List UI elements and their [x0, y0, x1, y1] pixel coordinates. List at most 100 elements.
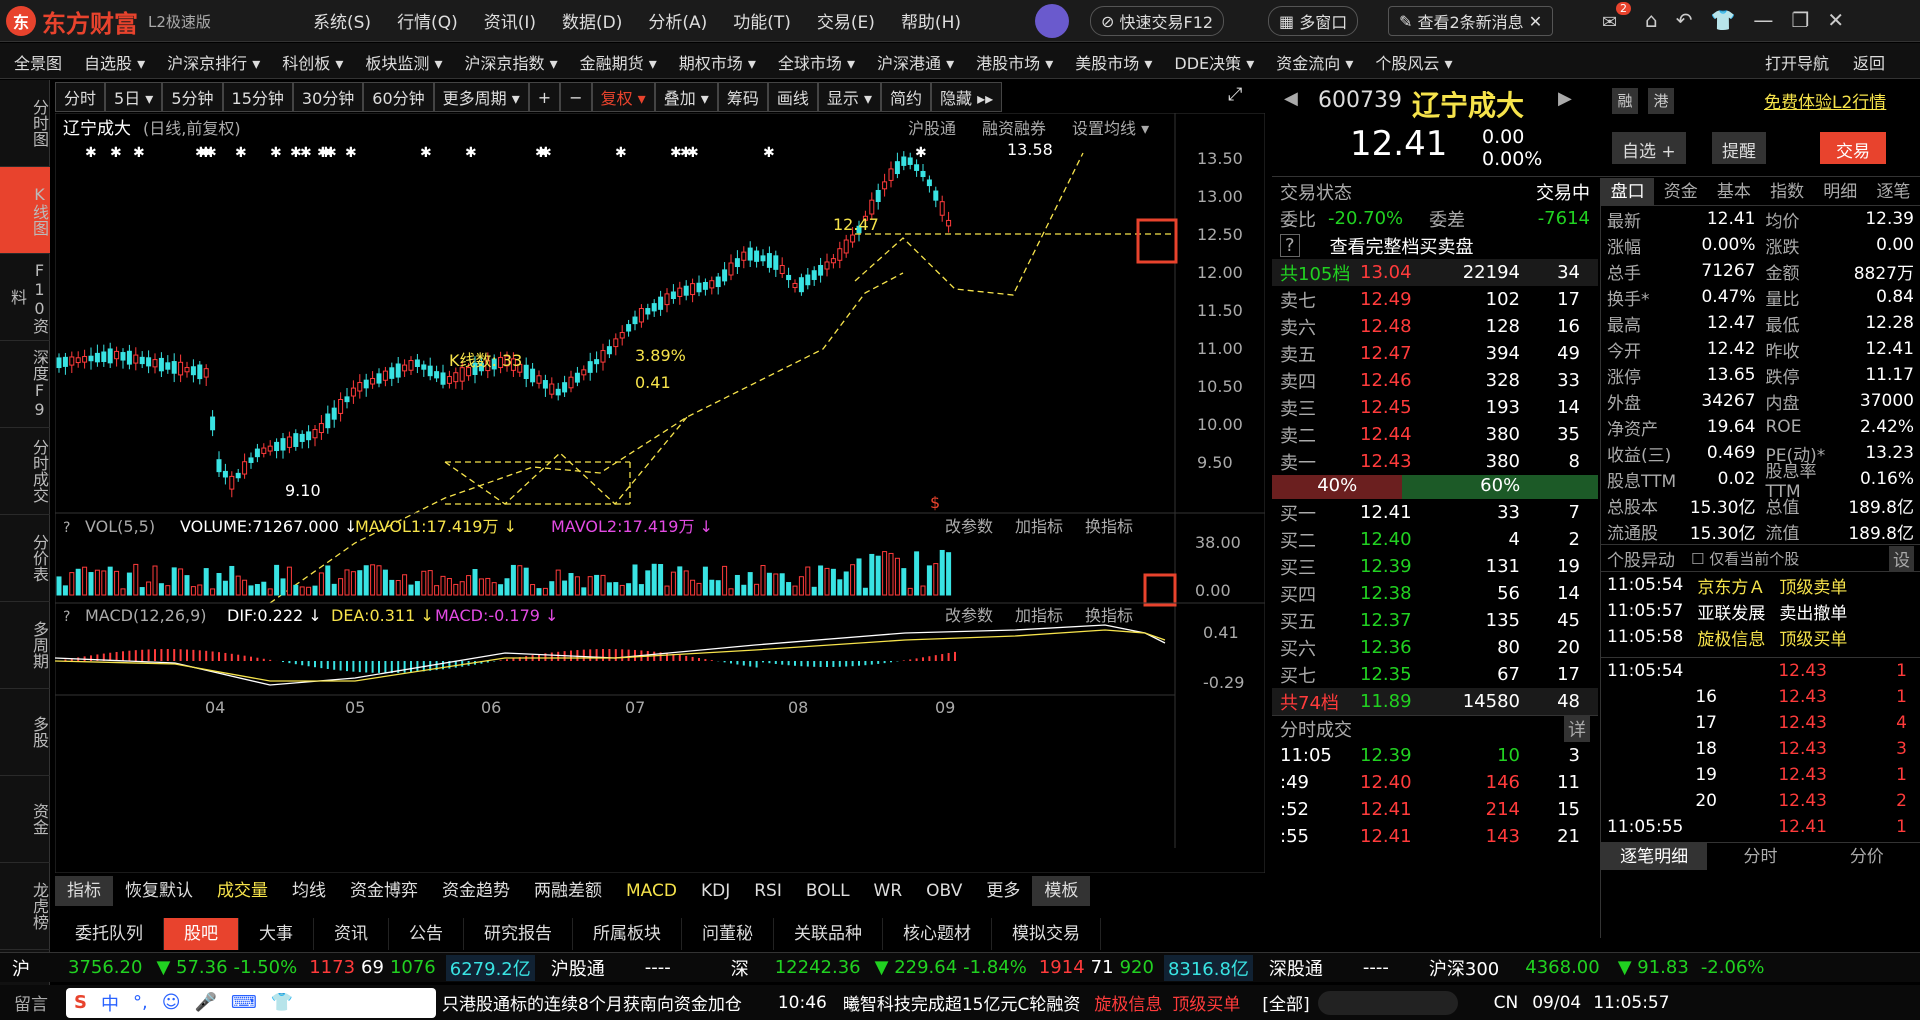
- menu-1[interactable]: 行情(Q): [384, 8, 471, 33]
- news-button[interactable]: ✎ 查看2条新消息 ✕: [1388, 6, 1554, 36]
- indicator-5[interactable]: 资金趋势: [430, 876, 522, 906]
- bottom-tab-1[interactable]: 股吧: [164, 918, 239, 950]
- bid-row[interactable]: 买五 12.37 135 45: [1272, 607, 1598, 634]
- nav-item-3[interactable]: 科创板 ▾: [282, 50, 343, 74]
- nav-item-2[interactable]: 沪深京排行 ▾: [167, 50, 260, 74]
- remind-button[interactable]: 提醒: [1712, 132, 1766, 164]
- indicator-4[interactable]: 资金博弈: [338, 876, 430, 906]
- ask-row[interactable]: 卖一 12.43 380 8: [1272, 448, 1598, 475]
- nav-item-11[interactable]: 美股市场 ▾: [1075, 50, 1152, 74]
- alert-row[interactable]: 11:05:58 旋极信息 顶级买单: [1601, 624, 1920, 650]
- kline-chart[interactable]: 辽宁成大 (日线,前复权) 沪股通 融资融券 设置均线 ▾ ✱ ✱ ✱ ✱ ✱ ✱ ✱ ✱ ✱ ✱…: [55, 113, 1265, 873]
- indicator-6[interactable]: 两融差额: [522, 876, 614, 906]
- sidebar-item-6[interactable]: 多周期: [0, 602, 50, 689]
- indicator-7[interactable]: MACD: [614, 876, 689, 906]
- chart-tool-4[interactable]: 30分钟: [292, 82, 364, 112]
- chart-tool-10[interactable]: 叠加 ▾: [654, 82, 718, 112]
- chart-tool-13[interactable]: 显示 ▾: [817, 82, 881, 112]
- chart-tool-5[interactable]: 60分钟: [363, 82, 434, 112]
- sidebar-item-7[interactable]: 多股: [0, 689, 50, 776]
- chart-tool-6[interactable]: 更多周期 ▾: [433, 82, 529, 112]
- indicator-1[interactable]: 恢复默认: [113, 876, 205, 906]
- mail-icon[interactable]: ✉: [1602, 12, 1617, 33]
- next-stock-icon[interactable]: ▶: [1558, 88, 1572, 109]
- search-input[interactable]: [1317, 990, 1458, 1015]
- open-nav-link[interactable]: 打开导航: [1765, 50, 1829, 74]
- fullscreen-icon[interactable]: ⤢: [1228, 84, 1242, 105]
- nav-item-8[interactable]: 全球市场 ▾: [778, 50, 855, 74]
- chart-tool-14[interactable]: 简约: [880, 82, 931, 112]
- nav-item-5[interactable]: 沪深京指数 ▾: [465, 50, 558, 74]
- sidebar-item-1[interactable]: K线图: [0, 167, 50, 254]
- right-tab-0[interactable]: 逐笔明细: [1601, 843, 1708, 870]
- chart-tool-1[interactable]: 5日 ▾: [105, 82, 163, 112]
- add-favorite-button[interactable]: 自选 +: [1612, 132, 1686, 164]
- indicator-10[interactable]: BOLL: [794, 876, 862, 906]
- message-link[interactable]: 留言: [14, 990, 48, 1015]
- chart-tool-15[interactable]: 隐藏 ▸▸: [931, 82, 1003, 112]
- indicator-3[interactable]: 均线: [280, 876, 338, 906]
- nav-item-10[interactable]: 港股市场 ▾: [976, 50, 1053, 74]
- bottom-tab-3[interactable]: 资讯: [314, 918, 389, 950]
- bottom-tab-8[interactable]: 关联品种: [774, 918, 883, 950]
- panel-tab-1[interactable]: 资金: [1654, 178, 1707, 205]
- nav-item-7[interactable]: 期权市场 ▾: [679, 50, 756, 74]
- chart-tool-9[interactable]: 复权 ▾: [591, 82, 655, 112]
- alert-row[interactable]: 11:05:54 京东方Ａ 顶级卖单: [1601, 572, 1920, 598]
- nav-item-4[interactable]: 板块监测 ▾: [365, 50, 442, 74]
- panel-tab-3[interactable]: 指数: [1761, 178, 1814, 205]
- sidebar-item-4[interactable]: 分时成交: [0, 428, 50, 515]
- sidebar-item-0[interactable]: 分时图: [0, 80, 50, 167]
- panel-tab-5[interactable]: 逐笔: [1867, 178, 1920, 205]
- back-link[interactable]: 返回: [1853, 50, 1885, 74]
- chart-tool-11[interactable]: 筹码: [717, 82, 768, 112]
- bid-row[interactable]: 买四 12.38 56 14: [1272, 580, 1598, 607]
- nav-item-13[interactable]: 资金流向 ▾: [1276, 50, 1353, 74]
- indicator-8[interactable]: KDJ: [689, 876, 742, 906]
- minimize-icon[interactable]: —: [1753, 8, 1773, 32]
- indicator-11[interactable]: WR: [862, 876, 915, 906]
- bid-row[interactable]: 买二 12.40 4 2: [1272, 526, 1598, 553]
- sidebar-item-5[interactable]: 分价表: [0, 515, 50, 602]
- menu-4[interactable]: 分析(A): [635, 8, 720, 33]
- ask-row[interactable]: 卖五 12.47 394 49: [1272, 340, 1598, 367]
- quick-trade-button[interactable]: ⊘ 快速交易F12: [1090, 6, 1225, 36]
- ask-row[interactable]: 卖四 12.46 328 33: [1272, 367, 1598, 394]
- ask-row[interactable]: 卖三 12.45 193 14: [1272, 394, 1598, 421]
- panel-tab-2[interactable]: 基本: [1707, 178, 1760, 205]
- close-icon[interactable]: ✕: [1827, 8, 1844, 32]
- chart-tool-3[interactable]: 15分钟: [222, 82, 293, 112]
- menu-6[interactable]: 交易(E): [804, 8, 888, 33]
- nav-item-9[interactable]: 沪深港通 ▾: [877, 50, 954, 74]
- chart-tool-2[interactable]: 5分钟: [162, 82, 223, 112]
- menu-2[interactable]: 资讯(I): [471, 8, 549, 33]
- indicator-2[interactable]: 成交量: [205, 876, 280, 906]
- ask-row[interactable]: 卖二 12.44 380 35: [1272, 421, 1598, 448]
- chart-tool-7[interactable]: +: [528, 82, 561, 112]
- nav-item-14[interactable]: 个股风云 ▾: [1375, 50, 1452, 74]
- nav-item-6[interactable]: 金融期货 ▾: [580, 50, 657, 74]
- bid-row[interactable]: 买七 12.35 67 17: [1272, 661, 1598, 688]
- menu-0[interactable]: 系统(S): [300, 8, 384, 33]
- bid-row[interactable]: 买三 12.39 131 19: [1272, 553, 1598, 580]
- news-ticker[interactable]: 只港股通标的连续8个月获南向资金加仓: [442, 990, 742, 1015]
- nav-item-0[interactable]: 全景图: [14, 50, 62, 74]
- sidebar-item-3[interactable]: 深度F9: [0, 341, 50, 428]
- bottom-tab-6[interactable]: 所属板块: [573, 918, 682, 950]
- ask-row[interactable]: 卖七 12.49 102 17: [1272, 286, 1598, 313]
- chart-tool-12[interactable]: 画线: [767, 82, 818, 112]
- full-book-link[interactable]: 查看完整档买卖盘: [1330, 233, 1474, 259]
- bottom-tab-7[interactable]: 问董秘: [682, 918, 774, 950]
- menu-5[interactable]: 功能(T): [720, 8, 804, 33]
- bottom-tab-0[interactable]: 委托队列: [55, 918, 164, 950]
- home-icon[interactable]: ⌂: [1645, 8, 1658, 32]
- ime-toolbar[interactable]: S 中 °, ☺ 🎤 ⌨ 👕: [66, 987, 436, 1018]
- chart-tool-8[interactable]: −: [560, 82, 592, 112]
- skin-icon[interactable]: 👕: [1710, 8, 1735, 32]
- menu-3[interactable]: 数据(D): [549, 8, 635, 33]
- multi-window-button[interactable]: ▦ 多窗口: [1268, 6, 1359, 36]
- assistant-icon[interactable]: [1035, 4, 1069, 38]
- sidebar-item-9[interactable]: 龙虎榜: [0, 863, 50, 950]
- alert-row[interactable]: 11:05:57 亚联发展 卖出撤单: [1601, 598, 1920, 624]
- right-tab-2[interactable]: 分价: [1814, 843, 1920, 870]
